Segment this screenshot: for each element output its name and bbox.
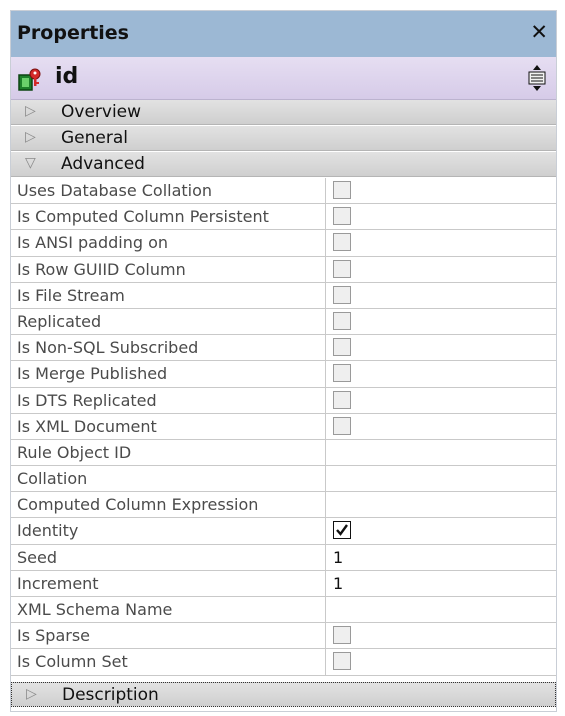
properties-titlebar: Properties ✕ xyxy=(11,11,556,57)
property-name: XML Schema Name xyxy=(17,600,173,619)
property-name: Is Column Set xyxy=(17,652,128,672)
property-row[interactable]: Is File Stream xyxy=(11,282,556,309)
property-name: Is DTS Replicated xyxy=(17,390,157,410)
property-name: Increment xyxy=(17,573,99,593)
column-divider xyxy=(325,308,326,335)
property-name: Computed Column Expression xyxy=(17,495,259,515)
property-checkbox[interactable] xyxy=(333,390,351,409)
properties-panel: Properties ✕ id ▷ Overview ▷ General ▽ A… xyxy=(10,10,557,712)
column-divider xyxy=(325,413,326,439)
property-name: Is XML Document xyxy=(17,416,157,436)
property-row[interactable]: Replicated xyxy=(11,308,556,336)
column-divider xyxy=(325,178,326,204)
category-advanced-label: Advanced xyxy=(61,154,145,174)
column-divider xyxy=(325,623,326,649)
property-row[interactable]: XML Schema Name xyxy=(11,597,556,624)
property-checkbox[interactable] xyxy=(333,207,351,226)
column-divider xyxy=(325,256,326,282)
property-row[interactable]: Is Merge Published xyxy=(11,361,556,388)
property-name: Is Computed Column Persistent xyxy=(17,207,269,227)
property-row[interactable]: Increment 1 xyxy=(11,570,556,597)
column-divider xyxy=(325,570,326,596)
property-checkbox[interactable] xyxy=(333,652,351,671)
collapse-triangle-icon: ▽ xyxy=(25,155,36,171)
object-name: id xyxy=(55,64,79,89)
property-row[interactable]: Rule Object ID xyxy=(11,439,556,467)
property-checkbox[interactable] xyxy=(333,416,351,435)
property-row[interactable]: Seed 1 xyxy=(11,544,556,571)
property-name: Is ANSI padding on xyxy=(17,233,169,253)
property-row[interactable]: Uses Database Collation xyxy=(11,178,556,205)
property-row[interactable]: Is XML Document xyxy=(11,413,556,440)
property-row[interactable]: Computed Column Expression xyxy=(11,492,556,519)
column-divider xyxy=(325,335,326,361)
property-name: Rule Object ID xyxy=(17,442,132,462)
property-row[interactable]: Identity xyxy=(11,518,556,545)
category-advanced[interactable]: ▽ Advanced xyxy=(11,152,556,177)
panel-title: Properties xyxy=(17,22,129,44)
close-icon[interactable]: ✕ xyxy=(530,20,548,44)
property-name: Is Row GUIID Column xyxy=(17,259,186,279)
property-value[interactable]: 1 xyxy=(333,548,343,567)
property-row[interactable]: Is DTS Replicated xyxy=(11,387,556,414)
property-name: Replicated xyxy=(17,311,102,331)
property-row[interactable]: Is ANSI padding on xyxy=(11,230,556,257)
column-divider xyxy=(325,597,326,623)
property-checkbox[interactable] xyxy=(333,181,351,199)
property-checkbox[interactable] xyxy=(333,626,351,645)
column-divider xyxy=(325,282,326,308)
property-row[interactable]: Collation xyxy=(11,466,556,493)
column-divider xyxy=(325,466,326,492)
expand-triangle-icon: ▷ xyxy=(25,103,36,119)
expand-triangle-icon: ▷ xyxy=(25,129,36,145)
property-name: Is Merge Published xyxy=(17,364,168,384)
category-general-label: General xyxy=(61,128,128,148)
property-name: Is File Stream xyxy=(17,285,125,305)
property-checkbox[interactable] xyxy=(333,364,351,383)
property-name: Uses Database Collation xyxy=(17,181,213,200)
categorize-icon[interactable] xyxy=(528,65,546,91)
column-divider xyxy=(325,544,326,570)
property-checkbox[interactable] xyxy=(333,285,351,304)
property-row[interactable]: Is Column Set xyxy=(11,649,556,676)
category-description-label: Description xyxy=(62,685,159,705)
column-divider xyxy=(325,204,326,230)
property-row[interactable]: Is Non-SQL Subscribed xyxy=(11,335,556,362)
category-overview[interactable]: ▷ Overview xyxy=(11,100,556,125)
property-grid: Uses Database Collation Is Computed Colum… xyxy=(11,178,556,676)
property-name: Seed xyxy=(17,547,57,567)
property-checkbox[interactable] xyxy=(333,259,351,278)
category-overview-label: Overview xyxy=(61,102,142,122)
property-name: Is Non-SQL Subscribed xyxy=(17,338,199,358)
column-divider xyxy=(325,649,326,675)
column-divider xyxy=(325,387,326,413)
category-general[interactable]: ▷ General xyxy=(11,126,556,151)
property-row[interactable]: Is Sparse xyxy=(11,623,556,650)
selected-object-row: id xyxy=(11,57,556,100)
property-checkbox[interactable] xyxy=(333,338,351,357)
column-divider xyxy=(325,439,326,466)
column-divider xyxy=(325,492,326,518)
property-value[interactable]: 1 xyxy=(333,574,343,593)
property-row[interactable]: Is Computed Column Persistent xyxy=(11,204,556,231)
property-row[interactable]: Is Row GUIID Column xyxy=(11,256,556,283)
column-divider xyxy=(325,361,326,387)
property-name: Is Sparse xyxy=(17,626,91,646)
column-key-icon xyxy=(18,68,41,91)
checkmark-icon xyxy=(336,524,348,537)
property-checkbox[interactable] xyxy=(333,233,351,252)
column-divider xyxy=(325,518,326,544)
category-description[interactable]: ▷ Description xyxy=(11,682,556,707)
expand-triangle-icon: ▷ xyxy=(26,686,37,702)
property-checkbox[interactable] xyxy=(333,311,351,330)
property-name: Identity xyxy=(17,521,79,541)
property-checkbox[interactable] xyxy=(333,521,351,540)
property-name: Collation xyxy=(17,469,88,489)
column-divider xyxy=(325,230,326,256)
